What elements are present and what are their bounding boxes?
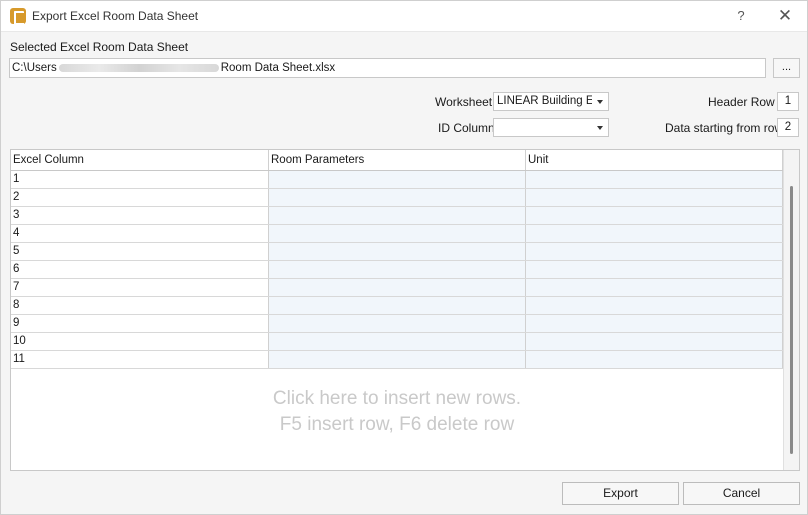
column-header-excel-column[interactable]: Excel Column — [11, 150, 269, 170]
file-path-field[interactable]: C:\Users Room Data Sheet.xlsx — [9, 58, 766, 78]
browse-button[interactable]: ... — [773, 58, 800, 78]
room-parameter-cell[interactable] — [269, 189, 526, 206]
unit-cell[interactable] — [526, 279, 783, 296]
file-path-prefix: C:\Users — [12, 62, 57, 74]
excel-column-cell[interactable]: 11 — [11, 351, 269, 368]
table-row[interactable]: 2 — [11, 189, 783, 207]
excel-column-cell[interactable]: 2 — [11, 189, 269, 206]
grid-rows: 1 2 3 4 5 6 7 8 9 10 11 — [11, 171, 783, 369]
excel-column-cell[interactable]: 5 — [11, 243, 269, 260]
chevron-down-icon — [597, 100, 603, 104]
unit-cell[interactable] — [526, 189, 783, 206]
excel-column-cell[interactable]: 6 — [11, 261, 269, 278]
unit-cell[interactable] — [526, 315, 783, 332]
export-button[interactable]: Export — [562, 482, 679, 505]
id-column-select[interactable] — [493, 118, 609, 137]
unit-cell[interactable] — [526, 261, 783, 278]
export-dialog: Export Excel Room Data Sheet ? ✕ Selecte… — [0, 0, 808, 515]
data-start-input[interactable]: 2 — [777, 118, 799, 137]
excel-column-cell[interactable]: 4 — [11, 225, 269, 242]
worksheet-label: Worksheet — [435, 95, 493, 109]
excel-column-cell[interactable]: 7 — [11, 279, 269, 296]
table-row[interactable]: 7 — [11, 279, 783, 297]
room-parameter-cell[interactable] — [269, 171, 526, 188]
worksheet-select[interactable]: LINEAR Building E: — [493, 92, 609, 111]
insert-rows-hint[interactable]: Click here to insert new rows. F5 insert… — [11, 386, 783, 438]
room-parameter-cell[interactable] — [269, 333, 526, 350]
insert-hint-line-1: Click here to insert new rows. — [272, 388, 522, 409]
room-parameter-cell[interactable] — [269, 297, 526, 314]
file-path-suffix: Room Data Sheet.xlsx — [220, 62, 336, 74]
redacted-path-segment — [58, 63, 219, 72]
table-row[interactable]: 1 — [11, 171, 783, 189]
excel-column-cell[interactable]: 3 — [11, 207, 269, 224]
id-column-label: ID Column — [438, 121, 495, 135]
unit-cell[interactable] — [526, 333, 783, 350]
window-title: Export Excel Room Data Sheet — [32, 9, 199, 23]
app-logo-icon — [10, 8, 26, 25]
room-parameter-cell[interactable] — [269, 315, 526, 332]
table-row[interactable]: 9 — [11, 315, 783, 333]
column-header-room-parameters[interactable]: Room Parameters — [269, 150, 526, 170]
room-parameter-cell[interactable] — [269, 279, 526, 296]
grid-header: Excel Column Room Parameters Unit — [11, 150, 783, 171]
chevron-down-icon — [597, 126, 603, 130]
table-row[interactable]: 5 — [11, 243, 783, 261]
table-row[interactable]: 11 — [11, 351, 783, 369]
column-header-unit[interactable]: Unit — [526, 150, 783, 170]
room-parameter-cell[interactable] — [269, 225, 526, 242]
unit-cell[interactable] — [526, 297, 783, 314]
room-parameter-cell[interactable] — [269, 261, 526, 278]
table-row[interactable]: 4 — [11, 225, 783, 243]
unit-cell[interactable] — [526, 243, 783, 260]
room-parameter-cell[interactable] — [269, 243, 526, 260]
insert-hint-line-2: F5 insert row, F6 delete row — [279, 414, 515, 435]
room-parameter-cell[interactable] — [269, 351, 526, 368]
help-button[interactable]: ? — [729, 5, 753, 27]
unit-cell[interactable] — [526, 171, 783, 188]
table-row[interactable]: 6 — [11, 261, 783, 279]
unit-cell[interactable] — [526, 207, 783, 224]
header-row-input[interactable]: 1 — [777, 92, 799, 111]
mapping-grid[interactable]: Excel Column Room Parameters Unit 1 2 3 … — [10, 149, 800, 471]
header-row-label: Header Row — [708, 95, 775, 109]
close-button[interactable]: ✕ — [773, 5, 797, 27]
table-row[interactable]: 8 — [11, 297, 783, 315]
unit-cell[interactable] — [526, 225, 783, 242]
excel-column-cell[interactable]: 1 — [11, 171, 269, 188]
cancel-button[interactable]: Cancel — [683, 482, 800, 505]
unit-cell[interactable] — [526, 351, 783, 368]
table-row[interactable]: 3 — [11, 207, 783, 225]
scrollbar-thumb[interactable] — [790, 186, 793, 454]
excel-column-cell[interactable]: 8 — [11, 297, 269, 314]
table-row[interactable]: 10 — [11, 333, 783, 351]
excel-column-cell[interactable]: 9 — [11, 315, 269, 332]
data-start-label: Data starting from row — [665, 121, 784, 135]
file-label: Selected Excel Room Data Sheet — [10, 40, 189, 54]
worksheet-value: LINEAR Building E: — [497, 95, 592, 107]
title-bar: Export Excel Room Data Sheet ? ✕ — [1, 1, 807, 32]
room-parameter-cell[interactable] — [269, 207, 526, 224]
excel-column-cell[interactable]: 10 — [11, 333, 269, 350]
vertical-scrollbar[interactable] — [783, 150, 799, 470]
